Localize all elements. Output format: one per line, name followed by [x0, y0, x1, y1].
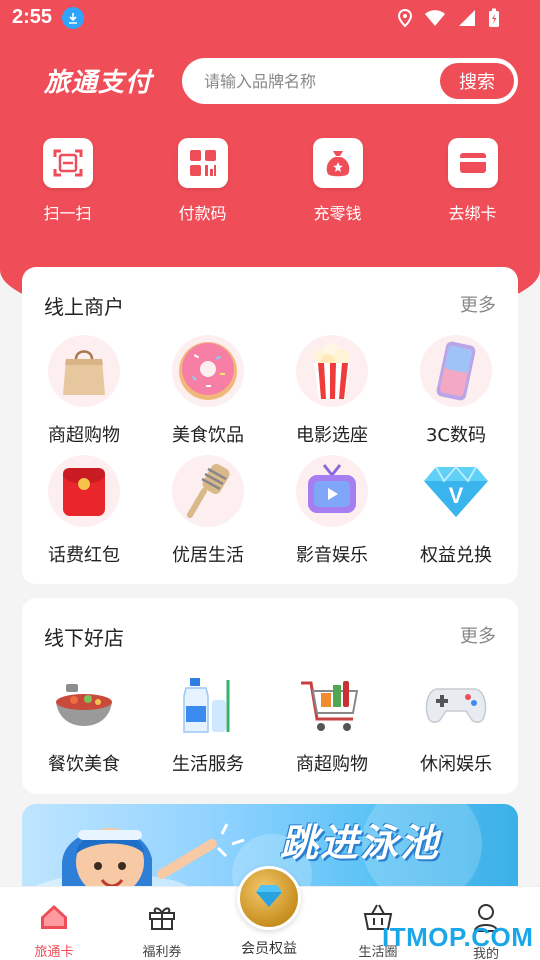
- online-row-2: 话费红包 优居生活 影音娱乐 V 权益兑换: [22, 455, 518, 567]
- offline-stores-card: 线下好店 更多 餐饮美食 生活服务 商超购物 休闲娱乐: [22, 598, 518, 794]
- online-item-label: 权益兑换: [420, 545, 492, 566]
- online-item-label: 电影选座: [296, 425, 368, 446]
- online-item-label: 商超购物: [48, 425, 120, 446]
- online-item-label: 3C数码: [425, 425, 487, 446]
- gift-icon: [147, 903, 177, 935]
- tab-coupons[interactable]: 福利券: [108, 887, 216, 960]
- brush-icon: [172, 455, 244, 527]
- offline-item-dining[interactable]: 餐饮美食: [22, 674, 146, 776]
- wifi-icon: [424, 9, 446, 31]
- offline-row: 餐饮美食 生活服务 商超购物 休闲娱乐: [22, 674, 518, 776]
- online-merchants-card: 线上商户 更多 商超购物 美食饮品 电影选座 3C数码 话费红包 优居生活 影音…: [22, 267, 518, 584]
- online-more-link[interactable]: 更多: [460, 291, 496, 317]
- offline-item-services[interactable]: 生活服务: [146, 674, 270, 776]
- tab-label: 旅通卡: [34, 945, 74, 960]
- status-bar: 2:55: [0, 0, 540, 36]
- tab-travel-card[interactable]: 旅通卡: [0, 887, 108, 960]
- quick-top-up[interactable]: 充零钱: [270, 138, 405, 224]
- online-item-digital[interactable]: 3C数码: [394, 335, 518, 447]
- tab-member-benefits-label: 会员权益: [241, 941, 297, 957]
- offline-more-link[interactable]: 更多: [460, 622, 496, 648]
- tab-member-benefits[interactable]: [237, 866, 301, 930]
- quick-top-up-label: 充零钱: [313, 204, 362, 223]
- online-row-1: 商超购物 美食饮品 电影选座 3C数码: [22, 335, 518, 447]
- tab-label: 福利券: [142, 945, 182, 960]
- money-bag-icon: [312, 138, 363, 188]
- status-time: 2:55: [12, 6, 53, 28]
- offline-title: 线下好店: [44, 626, 124, 650]
- shopping-bag-icon: [48, 335, 120, 407]
- online-item-rewards[interactable]: V 权益兑换: [394, 455, 518, 567]
- quick-bind-card-label: 去绑卡: [448, 204, 497, 223]
- location-icon: [397, 8, 413, 31]
- payment-code-icon: [177, 138, 228, 188]
- quick-payment-code-label: 付款码: [178, 204, 227, 223]
- donut-icon: [172, 335, 244, 407]
- phone-icon: [420, 335, 492, 407]
- search-input[interactable]: [204, 58, 414, 104]
- offline-item-supermarket[interactable]: 商超购物: [270, 674, 394, 776]
- online-item-movie[interactable]: 电影选座: [270, 335, 394, 447]
- quick-scan[interactable]: 扫一扫: [0, 138, 135, 224]
- quick-bind-card[interactable]: 去绑卡: [405, 138, 540, 224]
- offline-item-label: 生活服务: [172, 754, 244, 775]
- watermark: ITMOP.COM: [382, 922, 534, 952]
- download-icon: [62, 7, 84, 29]
- brand-logo: 旅通支付: [44, 68, 153, 98]
- online-item-food[interactable]: 美食饮品: [146, 335, 270, 447]
- online-item-home-living[interactable]: 优居生活: [146, 455, 270, 567]
- online-title: 线上商户: [44, 295, 124, 319]
- home-icon: [39, 903, 69, 935]
- red-packet-icon: [48, 455, 120, 527]
- cart-icon: [296, 674, 368, 736]
- online-item-red-packet[interactable]: 话费红包: [22, 455, 146, 567]
- svg-text:V: V: [449, 483, 464, 508]
- diamond-tab-icon: [254, 883, 284, 913]
- search-button[interactable]: 搜索: [440, 63, 514, 99]
- search-bar: 搜索: [182, 58, 518, 104]
- battery-icon: [488, 8, 500, 32]
- offline-item-label: 餐饮美食: [48, 754, 120, 775]
- offline-item-label: 商超购物: [296, 754, 368, 775]
- online-item-label: 优居生活: [172, 545, 244, 566]
- online-item-entertainment[interactable]: 影音娱乐: [270, 455, 394, 567]
- quick-scan-label: 扫一扫: [43, 204, 92, 223]
- online-item-label: 话费红包: [48, 545, 120, 566]
- quick-actions: 扫一扫 付款码 充零钱 去绑卡: [0, 138, 540, 224]
- offline-item-leisure[interactable]: 休闲娱乐: [394, 674, 518, 776]
- card-icon: [447, 138, 498, 188]
- online-item-shopping[interactable]: 商超购物: [22, 335, 146, 447]
- online-item-label: 影音娱乐: [296, 545, 368, 566]
- banner-headline: 跳进泳池: [280, 821, 441, 865]
- tv-icon: [296, 455, 368, 527]
- online-item-label: 美食饮品: [172, 425, 244, 446]
- detergent-icon: [172, 674, 244, 736]
- quick-payment-code[interactable]: 付款码: [135, 138, 270, 224]
- diamond-icon: V: [420, 455, 492, 527]
- hotpot-icon: [48, 674, 120, 736]
- signal-icon: [458, 9, 476, 31]
- gamepad-icon: [420, 674, 492, 736]
- scan-icon: [42, 138, 93, 188]
- offline-item-label: 休闲娱乐: [420, 754, 492, 775]
- popcorn-icon: [296, 335, 368, 407]
